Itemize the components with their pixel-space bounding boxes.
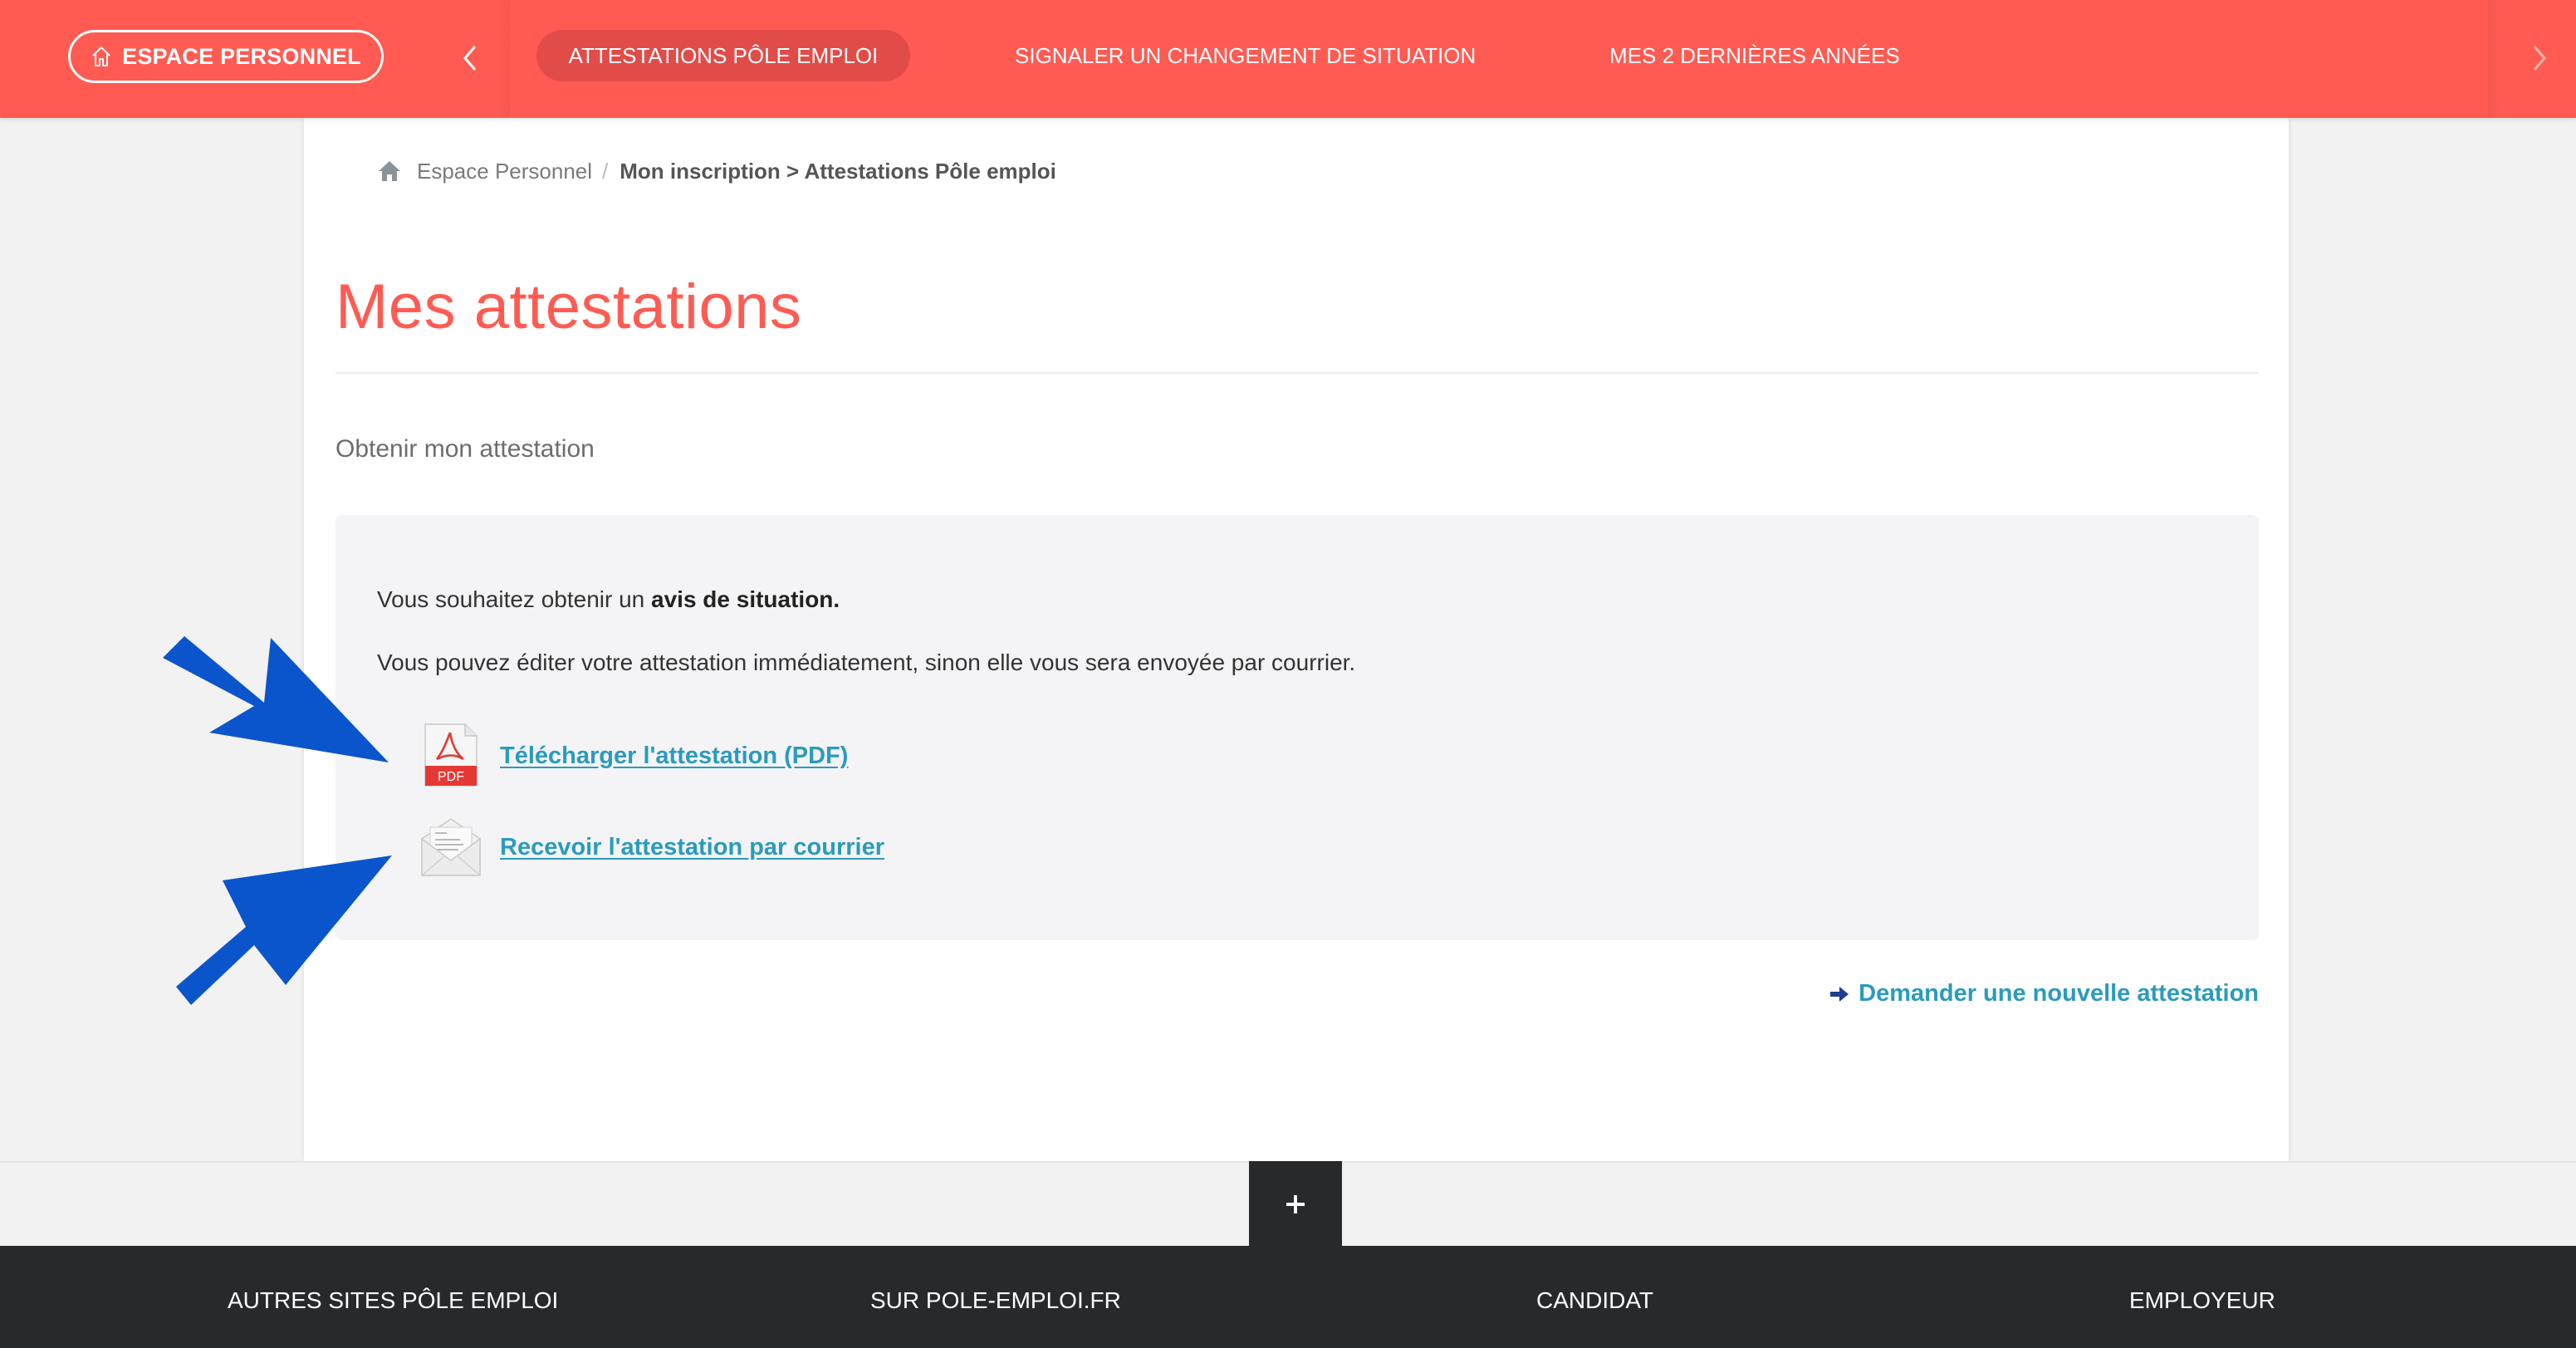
footer-sur-pole-emploi[interactable]: SUR POLE-EMPLOI.FR [870,1287,1121,1314]
plus-icon [1286,1195,1305,1213]
info-line-avis: Vous souhaitez obtenir un avis de situat… [377,586,840,613]
content-panel: Espace Personnel / Mon inscription > Att… [304,118,2289,1161]
section-subtitle: Obtenir mon attestation [335,435,595,463]
arrow-right-icon [1830,986,1849,1002]
espace-personnel-label: ESPACE PERSONNEL [122,43,361,69]
page-title: Mes attestations [335,272,802,342]
top-navigation: ESPACE PERSONNEL ATTESTATIONS PÔLE EMPLO… [0,0,2576,118]
tab-mes-2-dernieres-annees[interactable]: MES 2 DERNIÈRES ANNÉES [1609,30,1900,81]
home-icon[interactable] [377,159,402,184]
home-outline-icon [92,47,110,66]
footer-autres-sites[interactable]: AUTRES SITES PÔLE EMPLOI [228,1287,558,1314]
nav-scroll-right-button[interactable] [2523,33,2556,83]
footer-employeur[interactable]: EMPLOYEUR [2129,1287,2275,1314]
nav-fade-left [497,0,510,118]
title-divider [335,372,2259,374]
tab-label: SIGNALER UN CHANGEMENT DE SITUATION [1015,42,1477,68]
footer-expand-button[interactable] [1249,1161,1342,1248]
info-line-text: Vous souhaitez obtenir un [377,586,652,612]
attestation-info-box: Vous souhaitez obtenir un avis de situat… [335,515,2259,940]
new-attestation-link[interactable]: Demander une nouvelle attestation [1829,980,2259,1007]
tab-signaler-changement[interactable]: SIGNALER UN CHANGEMENT DE SITUATION [1015,30,1476,81]
breadcrumb-separator: / [602,158,609,184]
tab-label: MES 2 DERNIÈRES ANNÉES [1609,42,1900,68]
footer: AUTRES SITES PÔLE EMPLOI SUR POLE-EMPLOI… [0,1246,2576,1348]
pdf-file-icon[interactable]: PDF [419,723,483,789]
breadcrumb-espace-personnel[interactable]: Espace Personnel [417,159,592,184]
mail-envelope-icon[interactable] [419,814,483,880]
receive-mail-link[interactable]: Recevoir l'attestation par courrier [500,834,884,861]
tab-attestations-pole-emploi[interactable]: ATTESTATIONS PÔLE EMPLOI [536,30,910,81]
chevron-right-icon [2533,46,2546,71]
info-line-bold: avis de situation. [651,586,840,612]
nav-fade-right [2488,0,2501,118]
receive-mail-action: Recevoir l'attestation par courrier [419,814,884,880]
new-attestation-label: Demander une nouvelle attestation [1859,980,2259,1007]
breadcrumb: Espace Personnel / Mon inscription > Att… [377,156,1056,186]
chevron-left-icon [463,46,477,71]
footer-candidat[interactable]: CANDIDAT [1536,1287,1653,1314]
espace-personnel-button[interactable]: ESPACE PERSONNEL [68,30,384,83]
download-pdf-action: PDF Télécharger l'attestation (PDF) [419,723,848,789]
pdf-icon-label: PDF [438,770,464,784]
nav-scroll-left-button[interactable] [453,33,487,83]
breadcrumb-current: Mon inscription > Attestations Pôle empl… [620,158,1056,184]
download-pdf-link[interactable]: Télécharger l'attestation (PDF) [500,743,848,770]
tab-label: ATTESTATIONS PÔLE EMPLOI [568,42,879,68]
info-line-edit: Vous pouvez éditer votre attestation imm… [377,649,1356,675]
